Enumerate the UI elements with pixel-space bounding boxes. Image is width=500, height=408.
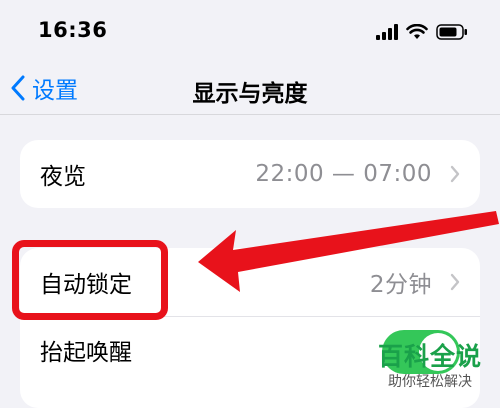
watermark-title: 百科全说	[377, 342, 482, 371]
watermark: 百科全说 助你轻松解决	[370, 342, 490, 402]
watermark-subtitle: 助你轻松解决	[388, 374, 472, 390]
